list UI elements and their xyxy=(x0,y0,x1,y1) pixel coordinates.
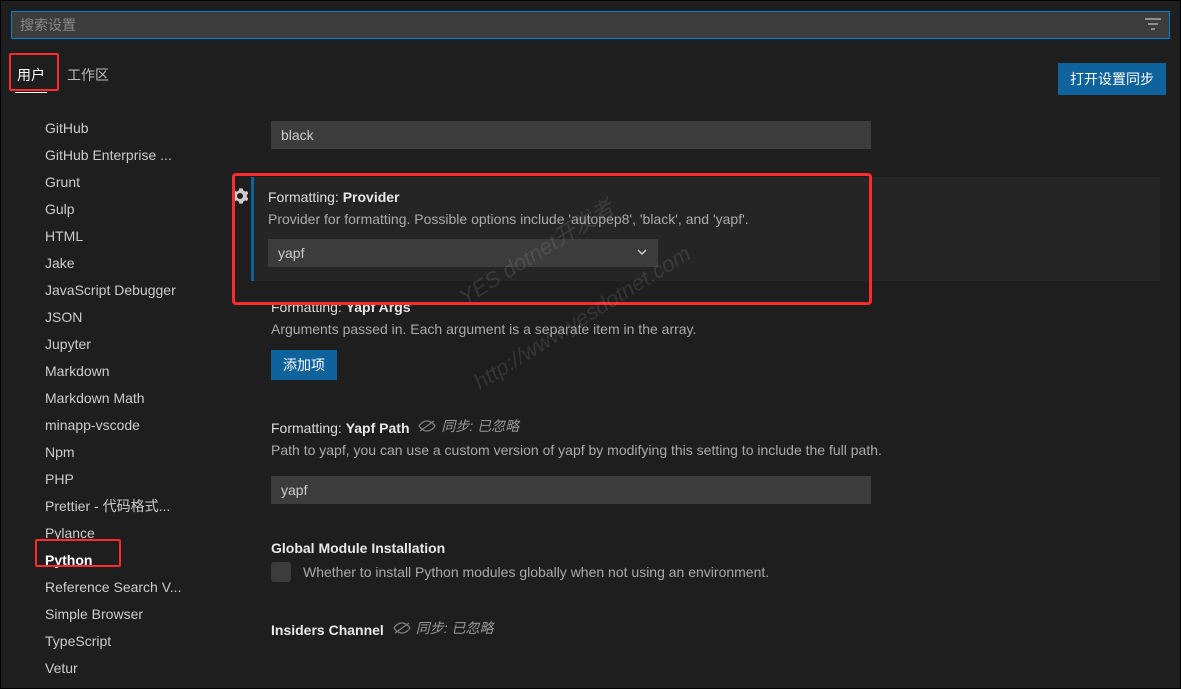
setting-title: Formatting: Provider xyxy=(268,189,1148,205)
sidebar-item[interactable]: TypeScript xyxy=(25,628,217,655)
tab-user[interactable]: 用户 xyxy=(15,61,47,97)
sidebar-item[interactable]: HTML xyxy=(25,223,217,250)
setting-insiders-channel: Insiders Channel 同步: 已忽略 xyxy=(257,618,1160,638)
setting-description: Provider for formatting. Possible option… xyxy=(268,209,1148,229)
sidebar-item-python[interactable]: Python xyxy=(25,547,217,574)
tab-workspace[interactable]: 工作区 xyxy=(65,61,111,97)
sidebar-item[interactable]: Markdown Math xyxy=(25,385,217,412)
setting-description: Path to yapf, you can use a custom versi… xyxy=(271,440,1160,460)
sync-ignored-tag: 同步: 已忽略 xyxy=(417,416,519,436)
sidebar-item[interactable]: minapp-vscode xyxy=(25,412,217,439)
setting-yapf-path: Formatting: Yapf Path 同步: 已忽略 Path to ya… xyxy=(257,416,1160,504)
chevron-down-icon xyxy=(636,245,648,261)
select-value: yapf xyxy=(278,245,304,261)
sidebar-item[interactable]: Simple Browser xyxy=(25,601,217,628)
sidebar-item[interactable]: Vetur xyxy=(25,655,217,682)
setting-title: Formatting: Yapf Path 同步: 已忽略 xyxy=(271,416,1160,436)
setting-description: Arguments passed in. Each argument is a … xyxy=(271,319,1160,339)
sidebar-item[interactable]: JSON xyxy=(25,304,217,331)
sidebar-item[interactable]: Pylance xyxy=(25,520,217,547)
sidebar-item[interactable]: Markdown xyxy=(25,358,217,385)
setting-title: Insiders Channel 同步: 已忽略 xyxy=(271,618,1160,638)
sidebar-item[interactable]: Prettier - 代码格式... xyxy=(25,493,217,520)
search-input[interactable] xyxy=(20,17,1161,33)
sidebar-item[interactable]: Jake xyxy=(25,250,217,277)
sidebar-item[interactable]: GitHub xyxy=(25,115,217,142)
filter-icon[interactable] xyxy=(1145,17,1161,33)
setting-global-module: Global Module Installation Whether to in… xyxy=(257,540,1160,582)
settings-tabs: 用户 工作区 xyxy=(15,61,111,97)
sidebar-item[interactable]: PHP xyxy=(25,466,217,493)
sidebar-item[interactable]: Grunt xyxy=(25,169,217,196)
setting-title: Global Module Installation xyxy=(271,540,1160,556)
sidebar-item[interactable]: Npm xyxy=(25,439,217,466)
sidebar-item[interactable]: Gulp xyxy=(25,196,217,223)
sidebar-item[interactable]: Reference Search V... xyxy=(25,574,217,601)
setting-yapf-args: Formatting: Yapf Args Arguments passed i… xyxy=(257,299,1160,379)
gear-icon[interactable] xyxy=(232,188,248,208)
setting-block xyxy=(257,115,1160,149)
setting-description: Whether to install Python modules global… xyxy=(303,562,769,582)
setting-title: Formatting: Yapf Args xyxy=(271,299,1160,315)
sync-ignored-tag: 同步: 已忽略 xyxy=(392,618,494,638)
sidebar-item[interactable]: GitHub Enterprise ... xyxy=(25,142,217,169)
search-bar[interactable] xyxy=(11,11,1170,39)
sidebar-item[interactable]: Jupyter xyxy=(25,331,217,358)
sidebar-item[interactable]: JavaScript Debugger xyxy=(25,277,217,304)
sidebar-item[interactable]: vscode-icons 设置 xyxy=(25,682,217,688)
settings-content: Formatting: Provider Provider for format… xyxy=(217,115,1180,688)
yapf-path-input[interactable] xyxy=(271,476,871,504)
open-settings-sync-button[interactable]: 打开设置同步 xyxy=(1058,63,1166,95)
global-module-checkbox[interactable] xyxy=(271,562,291,582)
settings-sidebar: GitHub GitHub Enterprise ... Grunt Gulp … xyxy=(1,115,217,688)
add-item-button[interactable]: 添加项 xyxy=(271,350,337,380)
setting-formatting-provider: Formatting: Provider Provider for format… xyxy=(251,177,1160,281)
formatting-provider-select[interactable]: yapf xyxy=(268,239,658,267)
black-path-input[interactable] xyxy=(271,121,871,149)
